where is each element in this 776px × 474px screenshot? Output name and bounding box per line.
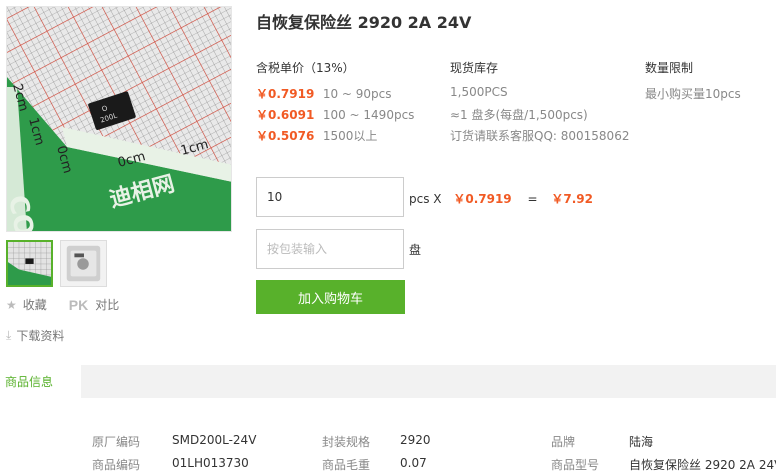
tier-price: ￥0.7919 <box>256 87 315 101</box>
unit-text: pcs X <box>409 192 442 206</box>
price-tier: ￥0.5076 1500以上 <box>256 127 377 144</box>
info-value: 0.07 <box>400 456 427 470</box>
info-label: 原厂编码 <box>92 435 141 449</box>
tier-range: 100 ~ 1490pcs <box>322 108 415 122</box>
add-to-cart-button[interactable]: 加入购物车 <box>256 280 405 314</box>
stock-header: 现货库存 <box>450 61 499 75</box>
info-value: SMD200L-24V <box>172 433 257 447</box>
detail-tab-bar: 商品信息 <box>0 365 776 398</box>
favorite-button[interactable]: ★ 收藏 <box>6 296 47 313</box>
pk-icon: PK <box>68 296 89 313</box>
thumbnail-product[interactable] <box>6 240 53 287</box>
price-calculation: pcs X ￥0.7919 = ￥7.92 <box>409 190 593 207</box>
info-label: 商品编码 <box>92 458 141 472</box>
product-main-image: 2cm 1cm 0cm 0cm 1cm COM 迪相网 O 200L <box>6 6 232 232</box>
equals-sign: = <box>527 192 538 206</box>
product-title: 自恢复保险丝 2920 2A 24V <box>256 13 472 32</box>
tier-price: ￥0.6091 <box>256 108 315 122</box>
info-label: 商品型号 <box>551 458 600 472</box>
stock-quantity: 1,500PCS <box>450 85 508 99</box>
limit-header: 数量限制 <box>645 61 694 75</box>
star-icon: ★ <box>6 297 17 312</box>
favorite-label: 收藏 <box>22 298 47 312</box>
pack-quantity-input[interactable] <box>256 229 404 269</box>
tier-range: 10 ~ 90pcs <box>322 87 392 101</box>
tier-range: 1500以上 <box>322 129 378 143</box>
info-label: 品牌 <box>551 435 576 449</box>
compare-label: 对比 <box>95 298 120 312</box>
download-label: 下载资料 <box>16 329 65 343</box>
thumbnail-package[interactable] <box>60 240 107 287</box>
info-value: 01LH013730 <box>172 456 249 470</box>
price-tier: ￥0.7919 10 ~ 90pcs <box>256 85 392 102</box>
download-datasheet-link[interactable]: ⤓ 下载资料 <box>6 327 64 344</box>
min-order: 最小购买量10pcs <box>645 87 741 101</box>
tier-price: ￥0.5076 <box>256 129 315 143</box>
product-actions: ★ 收藏 PK 对比 <box>6 296 119 313</box>
stock-contact: 订货请联系客服QQ: 800158062 <box>450 129 630 143</box>
pack-unit: 盘 <box>409 243 422 257</box>
download-icon: ⤓ <box>6 328 12 342</box>
calc-unit-price: ￥0.7919 <box>453 192 512 206</box>
info-label: 商品毛重 <box>322 458 371 472</box>
compare-button[interactable]: PK 对比 <box>69 296 119 313</box>
quantity-input[interactable] <box>256 177 404 217</box>
info-value: 自恢复保险丝 2920 2A 24V <box>629 458 776 472</box>
info-label: 封装规格 <box>322 435 371 449</box>
info-value: 陆海 <box>629 435 654 449</box>
stock-per-reel: ≈1 盘多(每盘/1,500pcs) <box>450 108 588 122</box>
price-tier: ￥0.6091 100 ~ 1490pcs <box>256 106 414 123</box>
thumbnail-strip <box>6 240 107 287</box>
tab-product-info[interactable]: 商品信息 <box>0 365 81 398</box>
calc-total: ￥7.92 <box>551 192 593 206</box>
price-header: 含税单价（13%） <box>256 61 355 75</box>
info-value: 2920 <box>400 433 431 447</box>
